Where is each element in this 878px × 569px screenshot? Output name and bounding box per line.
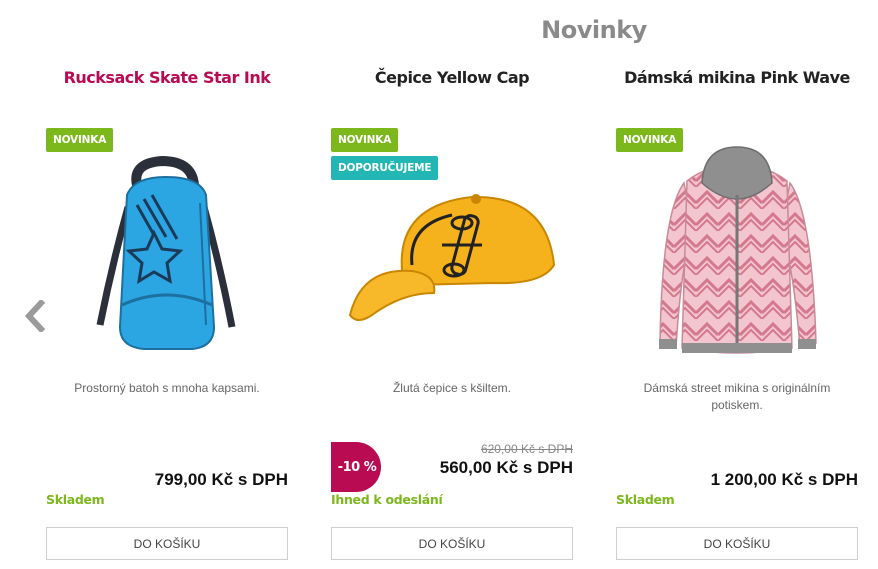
product-description: Dámská street mikina s originálním potis…	[643, 381, 831, 412]
availability-status: Skladem	[46, 492, 105, 507]
add-to-cart-button[interactable]: DO KOŠÍKU	[331, 527, 573, 560]
product-price: 799,00 Kč s DPH	[154, 470, 288, 489]
chevron-left-icon	[24, 300, 46, 332]
product-name[interactable]: Rucksack Skate Star Ink	[46, 68, 288, 87]
cap-image	[348, 194, 556, 321]
product-image[interactable]	[331, 140, 573, 370]
product-name[interactable]: Dámská mikina Pink Wave	[616, 68, 858, 87]
availability-status: Ihned k odeslání	[331, 492, 443, 507]
backpack-image	[96, 155, 236, 350]
hoodie-image	[659, 145, 817, 354]
discount-badge: -10 %	[331, 442, 381, 492]
product-price: 1 200,00 Kč s DPH	[710, 470, 858, 489]
section-title: Novinky	[541, 16, 647, 44]
original-price: 620,00 Kč s DPH	[480, 442, 573, 456]
product-image[interactable]	[46, 140, 288, 370]
product-description: Žlutá čepice s kšiltem.	[392, 381, 512, 395]
add-to-cart-button[interactable]: DO KOŠÍKU	[616, 527, 858, 560]
product-card: Dámská mikina Pink Wave NOVINKA Dámská s…	[616, 60, 858, 565]
product-card: Rucksack Skate Star Ink NOVINKA Prostorn…	[46, 60, 288, 565]
product-name[interactable]: Čepice Yellow Cap	[331, 68, 573, 87]
product-image[interactable]	[616, 140, 858, 370]
add-to-cart-button[interactable]: DO KOŠÍKU	[46, 527, 288, 560]
product-card: Čepice Yellow Cap NOVINKA DOPORUČUJEME Ž…	[331, 60, 573, 565]
product-price: 560,00 Kč s DPH	[439, 458, 573, 477]
product-description: Prostorný batoh s mnoha kapsami.	[74, 381, 260, 395]
availability-status: Skladem	[616, 492, 675, 507]
